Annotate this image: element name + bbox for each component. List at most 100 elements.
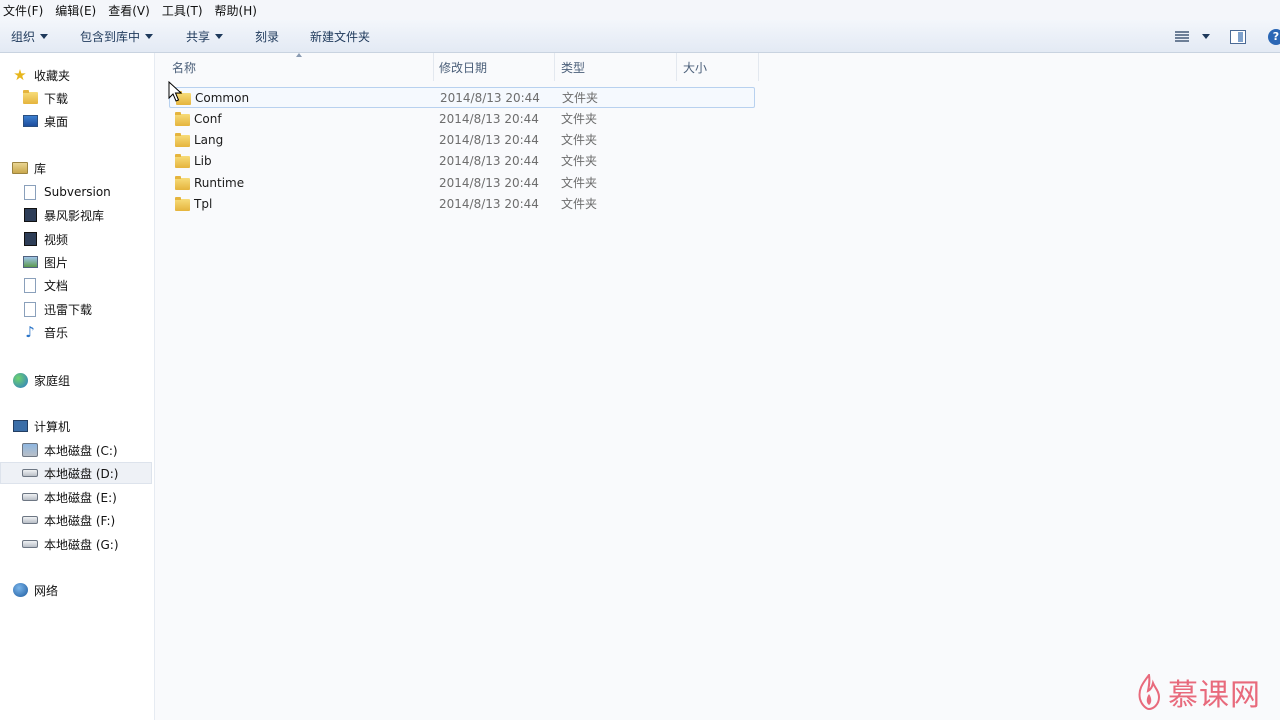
network-icon	[12, 583, 28, 597]
file-row[interactable]: Runtime 2014/8/13 20:44 文件夹	[169, 173, 755, 194]
nav-videos[interactable]: 视频	[0, 228, 152, 250]
organize-button[interactable]: 组织	[7, 24, 52, 48]
column-header-label: 名称	[172, 60, 197, 75]
homegroup-icon	[12, 372, 28, 388]
new-folder-button[interactable]: 新建文件夹	[306, 24, 374, 48]
system-drive-icon	[22, 443, 38, 457]
menu-file[interactable]: 文件(F)	[0, 2, 51, 19]
nav-label: 迅雷下载	[44, 302, 93, 317]
nav-desktop[interactable]: 桌面	[0, 110, 152, 132]
folder-icon	[175, 154, 190, 168]
file-type: 文件夹	[561, 154, 598, 168]
nav-network[interactable]: 网络	[0, 579, 152, 601]
document-icon	[24, 184, 36, 200]
nav-drive-c[interactable]: 本地磁盘 (C:)	[0, 439, 152, 461]
drive-icon	[22, 516, 38, 524]
file-name: Runtime	[194, 176, 245, 190]
file-name: Tpl	[194, 197, 213, 211]
share-label: 共享	[186, 29, 211, 44]
file-name: Lang	[194, 133, 224, 147]
nav-label: 网络	[34, 583, 59, 598]
file-type: 文件夹	[562, 91, 599, 105]
nav-drive-d[interactable]: 本地磁盘 (D:)	[0, 462, 152, 484]
menu-tools[interactable]: 工具(T)	[158, 2, 211, 19]
folder-icon	[175, 133, 190, 147]
nav-downloads[interactable]: 下载	[0, 87, 152, 109]
burn-button[interactable]: 刻录	[251, 24, 283, 48]
file-name: Common	[195, 91, 250, 105]
burn-label: 刻录	[255, 29, 280, 44]
nav-label: 收藏夹	[34, 68, 71, 83]
file-type: 文件夹	[561, 133, 598, 147]
file-modified: 2014/8/13 20:44	[439, 197, 539, 211]
nav-drive-f[interactable]: 本地磁盘 (F:)	[0, 509, 152, 531]
nav-libraries[interactable]: 库	[0, 157, 152, 179]
nav-baofeng[interactable]: 暴风影视库	[0, 204, 152, 226]
chevron-down-icon	[1202, 34, 1210, 39]
nav-label: 本地磁盘 (E:)	[44, 490, 117, 505]
nav-label: 本地磁盘 (C:)	[44, 443, 118, 458]
column-header-type[interactable]: 类型	[555, 53, 677, 81]
file-row[interactable]: Lib 2014/8/13 20:44 文件夹	[169, 151, 755, 172]
watermark: 慕课网	[1136, 668, 1261, 716]
menu-view[interactable]: 查看(V)	[104, 2, 158, 19]
nav-label: 音乐	[44, 325, 69, 340]
nav-label: 计算机	[34, 419, 71, 434]
menu-edit[interactable]: 编辑(E)	[51, 2, 104, 19]
file-type: 文件夹	[561, 112, 598, 126]
nav-music[interactable]: ♪ 音乐	[0, 321, 152, 343]
new-folder-label: 新建文件夹	[310, 29, 371, 44]
chevron-down-icon	[215, 33, 224, 39]
nav-label: 库	[34, 161, 47, 176]
nav-favorites[interactable]: ★ 收藏夹	[0, 64, 152, 86]
nav-label: 本地磁盘 (F:)	[44, 513, 116, 528]
nav-documents[interactable]: 文档	[0, 274, 152, 296]
nav-label: 图片	[44, 255, 69, 270]
music-note-icon: ♪	[25, 323, 35, 341]
chevron-down-icon	[40, 33, 49, 39]
nav-xunlei[interactable]: 迅雷下载	[0, 298, 152, 320]
help-icon[interactable]: ?	[1268, 28, 1280, 45]
downloads-folder-icon	[22, 90, 38, 104]
nav-label: 视频	[44, 232, 69, 247]
drive-icon	[22, 469, 38, 477]
flame-logo-icon	[1138, 674, 1161, 710]
column-header-label: 修改日期	[439, 60, 488, 75]
nav-pictures[interactable]: 图片	[0, 251, 152, 273]
mouse-cursor-icon	[168, 81, 183, 102]
file-type: 文件夹	[561, 197, 598, 211]
change-view-button[interactable]	[1171, 25, 1214, 49]
column-header-size[interactable]: 大小	[677, 53, 759, 81]
navigation-pane: ★ 收藏夹 下载 桌面 库 Subversion 暴风影视库 视频 图片 文档 …	[0, 53, 155, 720]
column-header-modified[interactable]: 修改日期	[433, 53, 555, 81]
nav-drive-g[interactable]: 本地磁盘 (G:)	[0, 533, 152, 555]
file-row[interactable]: Lang 2014/8/13 20:44 文件夹	[169, 130, 755, 151]
file-row[interactable]: Common 2014/8/13 20:44 文件夹	[169, 87, 755, 108]
folder-icon	[175, 197, 190, 211]
folder-icon	[175, 112, 190, 126]
file-name: Lib	[194, 154, 212, 168]
video-icon	[23, 232, 37, 246]
nav-label: 桌面	[44, 114, 69, 129]
toolbar-right-group: ?	[1171, 20, 1280, 53]
file-row[interactable]: Conf 2014/8/13 20:44 文件夹	[169, 109, 755, 130]
folder-icon	[175, 176, 190, 190]
nav-label: 本地磁盘 (G:)	[44, 537, 119, 552]
nav-label: Subversion	[44, 185, 111, 199]
file-row[interactable]: Tpl 2014/8/13 20:44 文件夹	[169, 194, 755, 215]
file-name: Conf	[194, 112, 222, 126]
chevron-down-icon	[145, 33, 154, 39]
picture-icon	[22, 256, 38, 268]
nav-homegroup[interactable]: 家庭组	[0, 369, 152, 391]
share-button[interactable]: 共享	[182, 24, 227, 48]
nav-computer[interactable]: 计算机	[0, 415, 152, 437]
file-modified: 2014/8/13 20:44	[439, 176, 539, 190]
preview-pane-icon[interactable]	[1230, 29, 1246, 44]
nav-subversion[interactable]: Subversion	[0, 181, 152, 203]
column-header-name[interactable]: 名称	[166, 53, 434, 81]
column-header-label: 大小	[683, 60, 708, 75]
include-in-library-label: 包含到库中	[80, 29, 141, 44]
nav-drive-e[interactable]: 本地磁盘 (E:)	[0, 486, 152, 508]
include-in-library-button[interactable]: 包含到库中	[76, 24, 157, 48]
menu-help[interactable]: 帮助(H)	[211, 2, 265, 19]
